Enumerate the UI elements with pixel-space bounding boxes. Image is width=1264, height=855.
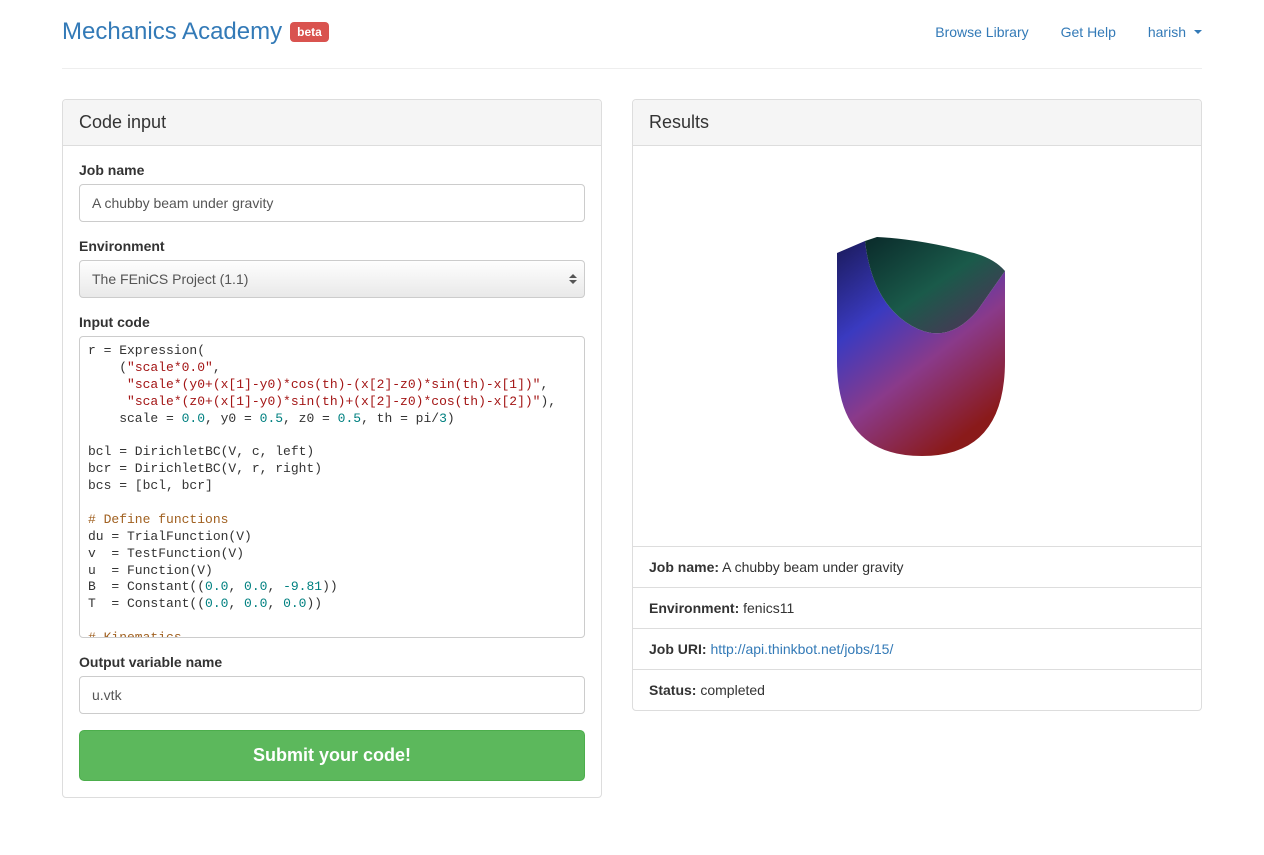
result-status-label: Status: [649, 682, 696, 698]
result-job-name-value: A chubby beam under gravity [722, 559, 903, 575]
result-uri-label: Job URI: [649, 641, 707, 657]
nav-user-menu[interactable]: harish [1148, 24, 1202, 40]
nav-get-help[interactable]: Get Help [1061, 24, 1116, 40]
chevron-down-icon [1194, 30, 1202, 34]
code-editor[interactable]: r = Expression( ("scale*0.0", "scale*(y0… [79, 336, 585, 638]
results-heading: Results [633, 100, 1201, 146]
output-var-label: Output variable name [79, 654, 585, 670]
brand-title[interactable]: Mechanics Academy [62, 18, 282, 46]
nav-user-label: harish [1148, 24, 1186, 40]
results-panel: Results [632, 99, 1202, 711]
submit-button[interactable]: Submit your code! [79, 730, 585, 781]
output-var-input[interactable] [79, 676, 585, 714]
beta-badge: beta [290, 22, 329, 42]
navbar: Mechanics Academy beta Browse Library Ge… [62, 0, 1202, 69]
job-name-label: Job name [79, 162, 585, 178]
deformed-beam-icon [817, 231, 1017, 461]
result-uri-link[interactable]: http://api.thinkbot.net/jobs/15/ [710, 641, 893, 657]
environment-label: Environment [79, 238, 585, 254]
result-env-label: Environment: [649, 600, 739, 616]
brand: Mechanics Academy beta [62, 18, 329, 46]
result-job-name-label: Job name: [649, 559, 719, 575]
nav-right: Browse Library Get Help harish [935, 24, 1202, 40]
result-env-value: fenics11 [743, 600, 794, 616]
code-input-heading: Code input [63, 100, 601, 146]
input-code-label: Input code [79, 314, 585, 330]
result-visualization[interactable] [633, 146, 1201, 546]
result-status: Status: completed [633, 669, 1201, 710]
job-name-input[interactable] [79, 184, 585, 222]
code-input-panel: Code input Job name Environment The FEni… [62, 99, 602, 798]
result-job-uri: Job URI: http://api.thinkbot.net/jobs/15… [633, 628, 1201, 669]
result-environment: Environment: fenics11 [633, 587, 1201, 628]
nav-browse-library[interactable]: Browse Library [935, 24, 1028, 40]
result-status-value: completed [700, 682, 765, 698]
result-job-name: Job name: A chubby beam under gravity [633, 546, 1201, 587]
environment-select[interactable]: The FEniCS Project (1.1) [79, 260, 585, 298]
